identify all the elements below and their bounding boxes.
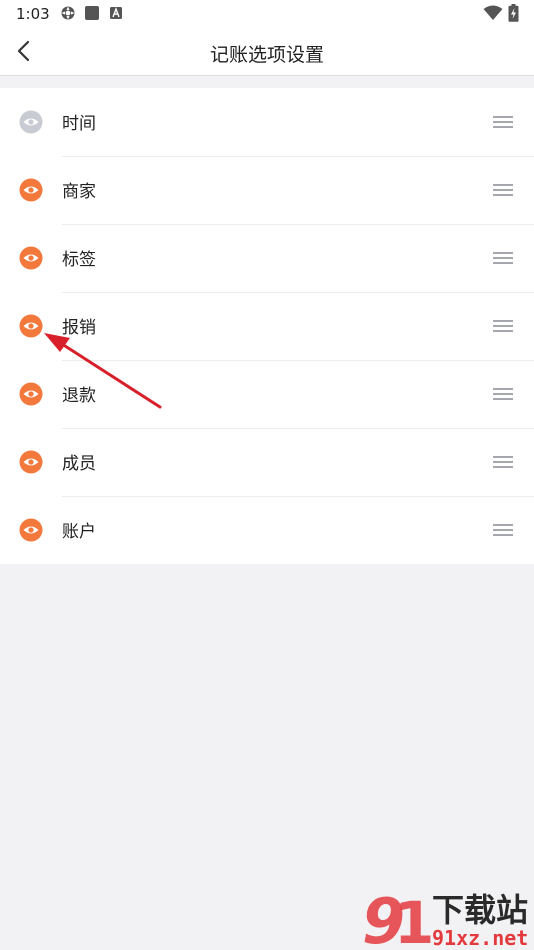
drag-handle-icon[interactable] — [492, 250, 514, 266]
option-row-time: 时间 — [0, 88, 534, 156]
option-row-reimburse: 报销 — [0, 292, 534, 360]
watermark-logo: 9 1 下载站 91xz.net — [362, 885, 528, 950]
drag-handle-icon[interactable] — [492, 182, 514, 198]
option-row-merchant: 商家 — [0, 156, 534, 224]
square-notification-icon — [85, 6, 99, 20]
option-label: 报销 — [62, 318, 96, 338]
battery-charging-icon — [508, 4, 519, 22]
option-row-refund: 退款 — [0, 360, 534, 428]
option-label: 商家 — [62, 182, 96, 202]
option-label: 标签 — [62, 250, 96, 270]
settings-gear-icon — [61, 6, 75, 20]
option-row-account: 账户 — [0, 496, 534, 564]
drag-handle-icon[interactable] — [492, 114, 514, 130]
option-label: 退款 — [62, 386, 96, 406]
app-bar: 记账选项设置 — [0, 30, 534, 76]
eye-toggle-icon[interactable] — [19, 518, 43, 542]
status-bar: 1:03 — [0, 0, 534, 30]
watermark-brand: 下载站 — [432, 891, 528, 929]
status-time: 1:03 — [16, 5, 50, 23]
eye-toggle-icon[interactable] — [19, 246, 43, 270]
option-label: 成员 — [62, 454, 96, 474]
option-row-tag: 标签 — [0, 224, 534, 292]
option-list: 时间 商家 标签 报销 退款 成员 账户 — [0, 88, 534, 564]
svg-text:1: 1 — [394, 889, 434, 950]
option-label: 账户 — [62, 522, 96, 542]
drag-handle-icon[interactable] — [492, 454, 514, 470]
eye-toggle-icon[interactable] — [19, 382, 43, 406]
option-row-member: 成员 — [0, 428, 534, 496]
eye-toggle-icon[interactable] — [19, 314, 43, 338]
wifi-icon — [483, 5, 503, 20]
page-title: 记账选项设置 — [209, 44, 324, 66]
option-label: 时间 — [62, 114, 96, 134]
font-notification-icon — [110, 7, 122, 19]
eye-toggle-icon[interactable] — [19, 110, 43, 134]
eye-toggle-icon[interactable] — [19, 450, 43, 474]
watermark-domain: 91xz.net — [432, 926, 528, 950]
drag-handle-icon[interactable] — [492, 522, 514, 538]
drag-handle-icon[interactable] — [492, 386, 514, 402]
eye-toggle-icon[interactable] — [19, 178, 43, 202]
drag-handle-icon[interactable] — [492, 318, 514, 334]
